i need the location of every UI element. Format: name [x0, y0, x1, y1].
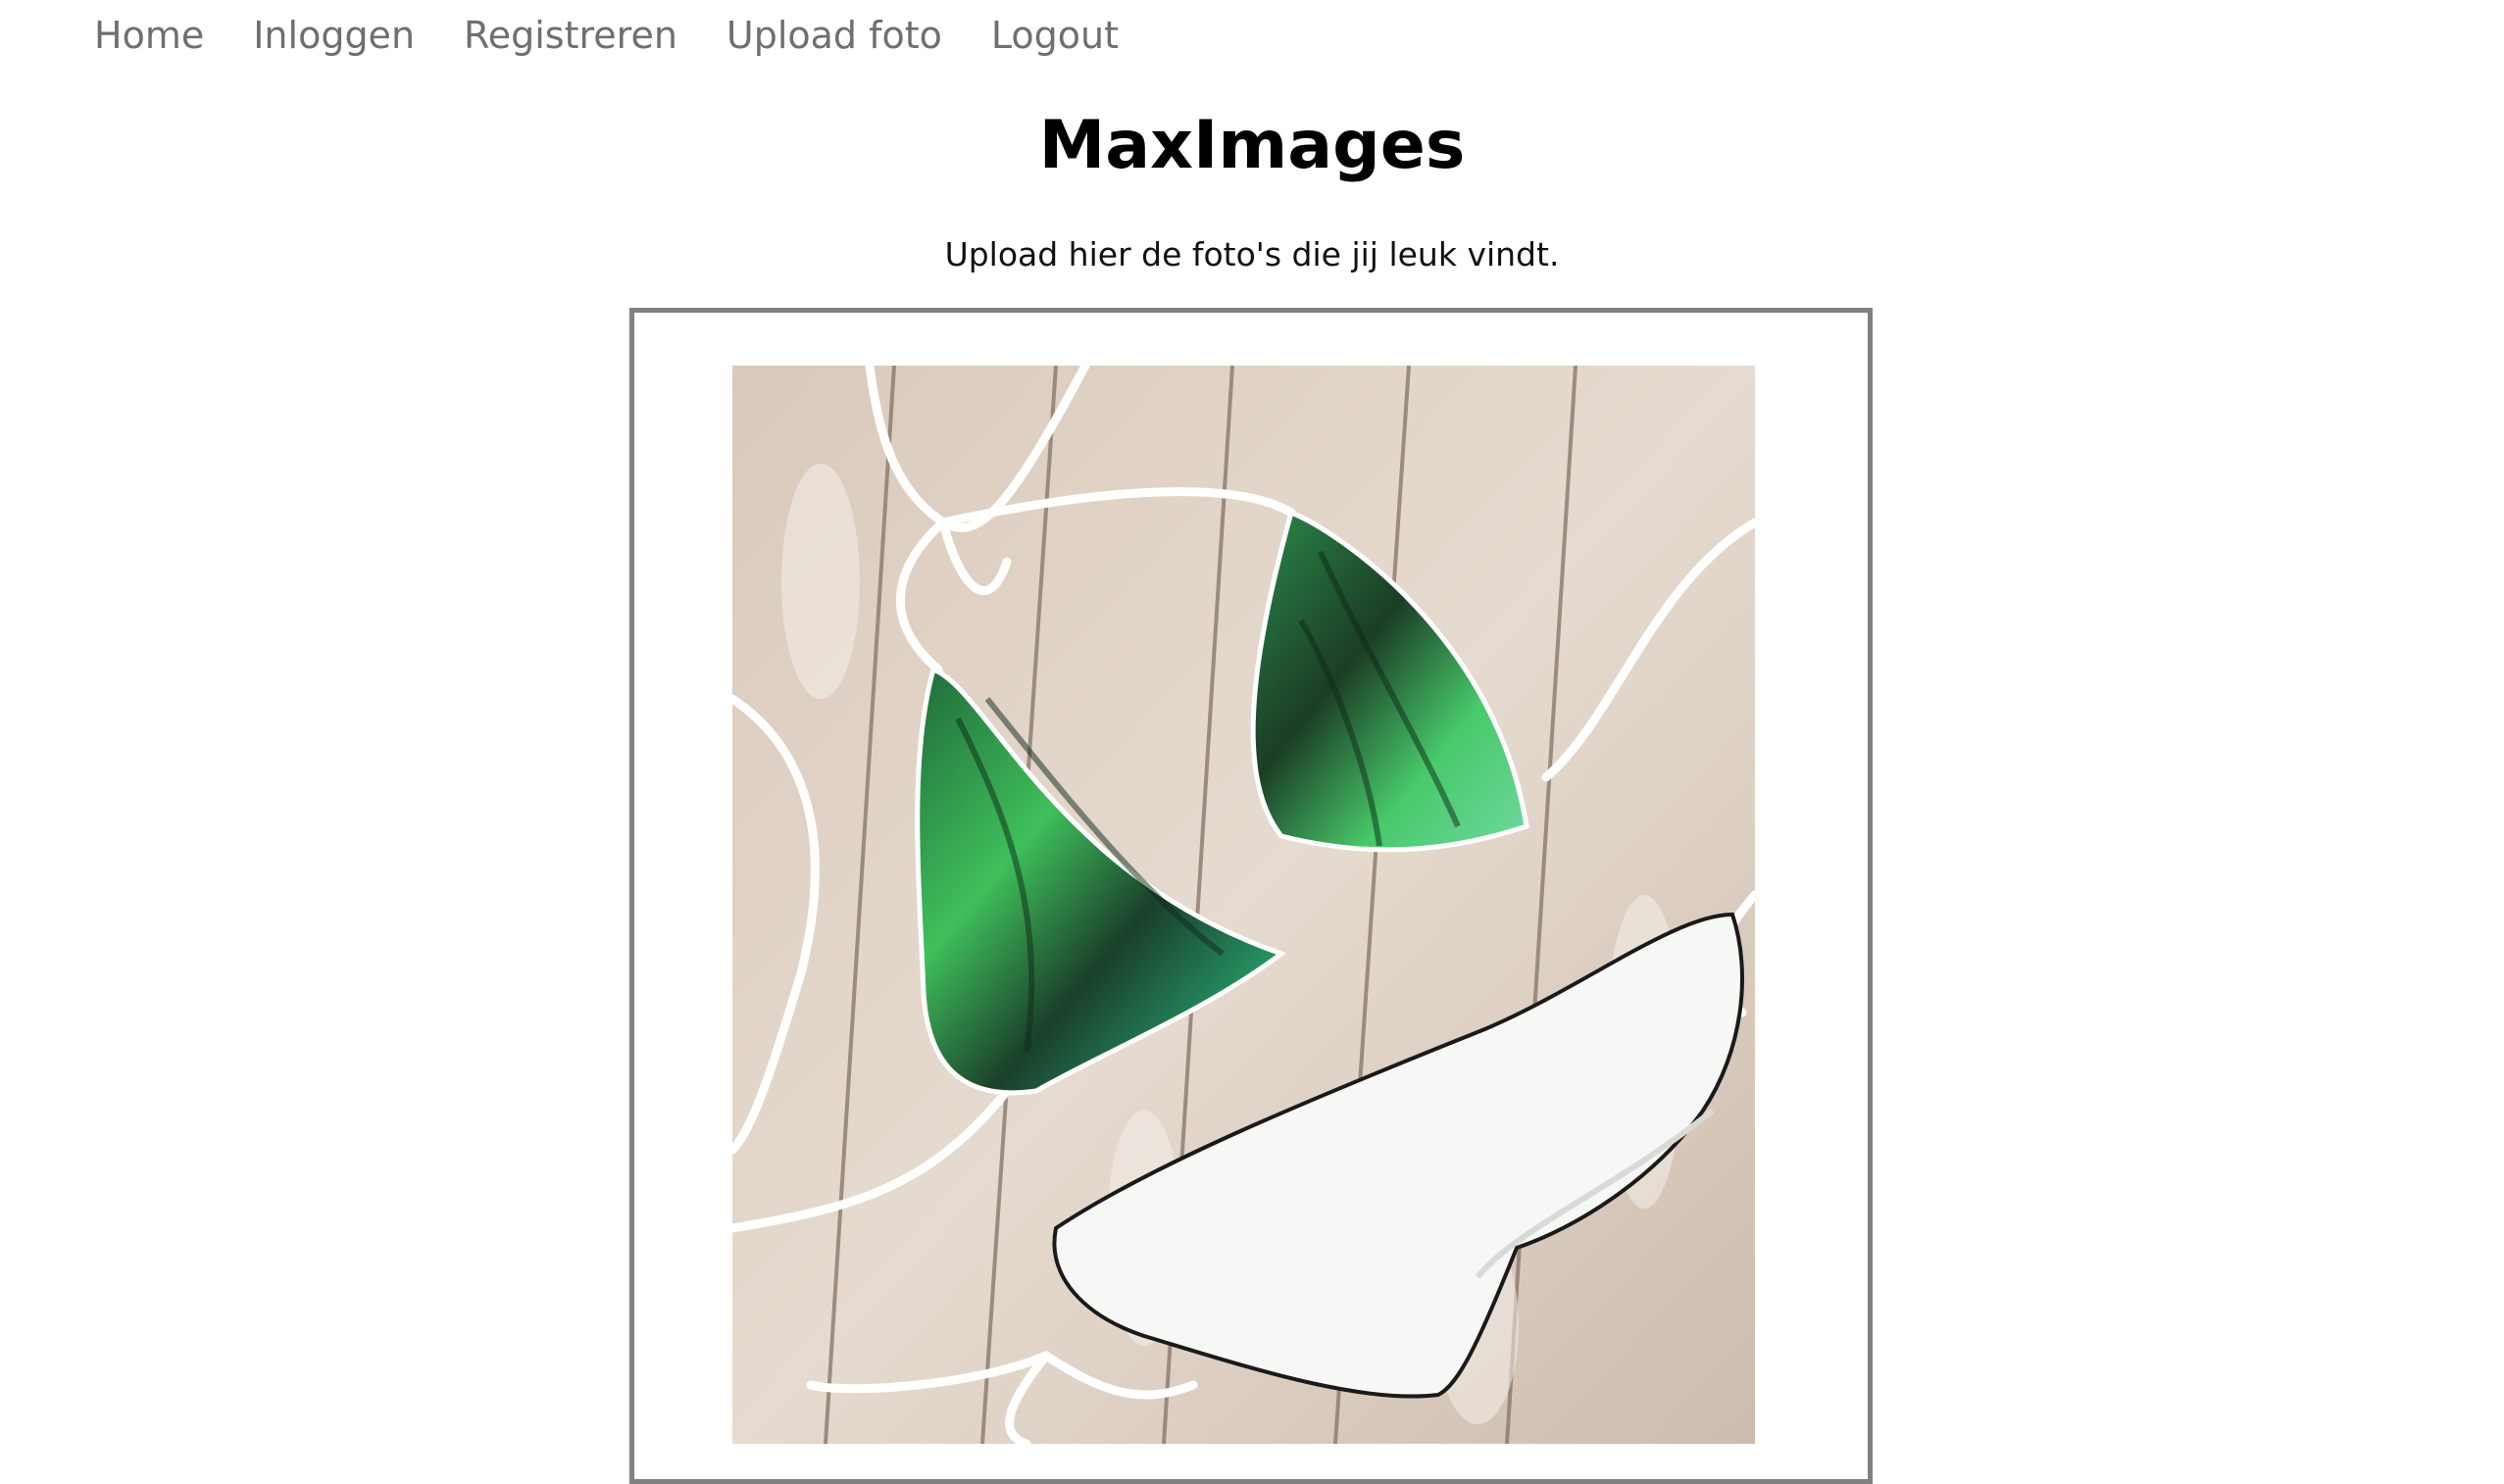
page-title: MaxImages — [1038, 107, 1466, 184]
nav-logout-link[interactable]: Logout — [991, 17, 1119, 54]
uploaded-photo[interactable] — [732, 366, 1755, 1444]
page-subtitle: Upload hier de foto's die jij leuk vindt… — [944, 235, 1560, 273]
nav-home-link[interactable]: Home — [94, 17, 204, 54]
nav-register-link[interactable]: Registreren — [464, 17, 677, 54]
top-nav: Home Inloggen Registreren Upload foto Lo… — [94, 0, 1168, 71]
bikini-photo-illustration — [732, 366, 1755, 1444]
photo-frame — [629, 308, 1873, 1484]
nav-login-link[interactable]: Inloggen — [253, 17, 415, 54]
nav-upload-photo-link[interactable]: Upload foto — [726, 17, 942, 54]
